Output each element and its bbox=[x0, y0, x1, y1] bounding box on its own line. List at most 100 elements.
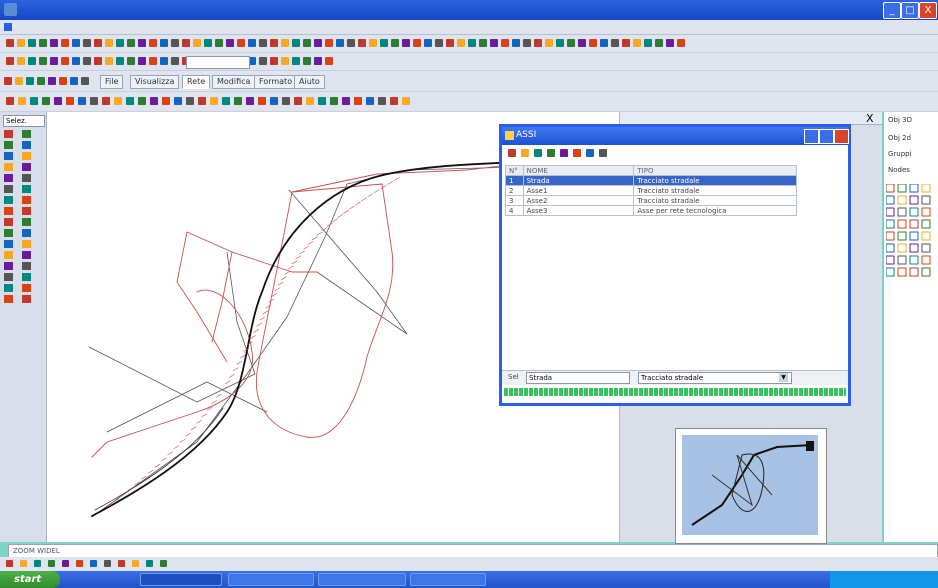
toolbar-tool-icon[interactable] bbox=[171, 39, 179, 47]
toolbar-tool-icon[interactable] bbox=[402, 97, 410, 105]
toolbar-tool-icon[interactable] bbox=[17, 39, 25, 47]
toolbar-tool-icon[interactable] bbox=[325, 57, 333, 65]
axis-name-input[interactable]: Strada bbox=[526, 372, 630, 384]
toolbar-tool-icon[interactable] bbox=[336, 39, 344, 47]
toolbar-tool-icon[interactable] bbox=[677, 39, 685, 47]
row-tipo[interactable]: Asse per rete tecnologica bbox=[633, 205, 797, 216]
toolbar-tool-icon[interactable] bbox=[102, 97, 110, 105]
draw-tool-icon[interactable] bbox=[22, 273, 31, 281]
tab-file[interactable]: File bbox=[100, 75, 124, 89]
toolbar-tool-icon[interactable] bbox=[306, 97, 314, 105]
row-tipo[interactable]: Tracciato stradale bbox=[633, 185, 797, 196]
draw-tool-icon[interactable] bbox=[4, 262, 13, 270]
toolbar-tool-icon[interactable] bbox=[94, 57, 102, 65]
obj2d-item[interactable]: Obj 2d bbox=[888, 134, 911, 142]
minimize-button[interactable]: _ bbox=[883, 2, 901, 19]
toolbar-tool-icon[interactable] bbox=[573, 149, 581, 157]
toolbar-tool-icon[interactable] bbox=[622, 39, 630, 47]
draw-tool-icon[interactable] bbox=[22, 207, 31, 215]
toolbar-tool-icon[interactable] bbox=[150, 97, 158, 105]
network-toolbar-icons[interactable] bbox=[0, 92, 440, 111]
toolbar-tool-icon[interactable] bbox=[78, 97, 86, 105]
primitive-tool-icon[interactable] bbox=[897, 243, 907, 253]
draw-tool-icon[interactable] bbox=[4, 141, 13, 149]
toolbar-tool-icon[interactable] bbox=[149, 57, 157, 65]
toolbar-tool-icon[interactable] bbox=[560, 149, 568, 157]
primitive-tool-icon[interactable] bbox=[909, 207, 919, 217]
toolbar-tool-icon[interactable] bbox=[234, 97, 242, 105]
toolbar-tool-icon[interactable] bbox=[521, 149, 529, 157]
toolbar-tool-icon[interactable] bbox=[446, 39, 454, 47]
command-line[interactable]: ZOOM WIDEL bbox=[8, 544, 938, 558]
toolbar-tool-icon[interactable] bbox=[160, 39, 168, 47]
toolbar-tool-icon[interactable] bbox=[237, 39, 245, 47]
dialog-maximize-button[interactable] bbox=[819, 129, 834, 144]
toolbar-tool-icon[interactable] bbox=[589, 39, 597, 47]
toolbar-tool-icon[interactable] bbox=[258, 97, 266, 105]
toolbar-tool-icon[interactable] bbox=[318, 97, 326, 105]
taskbar-item[interactable] bbox=[140, 573, 222, 586]
toolbar-tool-icon[interactable] bbox=[378, 97, 386, 105]
toolbar-tool-icon[interactable] bbox=[354, 97, 362, 105]
draw-tool-icon[interactable] bbox=[4, 163, 13, 171]
primitive-tools-icons[interactable] bbox=[886, 184, 938, 284]
toolbar-tool-icon[interactable] bbox=[479, 39, 487, 47]
toolbar-tool-icon[interactable] bbox=[547, 149, 555, 157]
taskbar-item[interactable] bbox=[410, 573, 486, 586]
toolbar-tool-icon[interactable] bbox=[28, 39, 36, 47]
row-nome[interactable]: Asse1 bbox=[522, 185, 635, 196]
toolbar-tool-icon[interactable] bbox=[193, 39, 201, 47]
toolbar-tool-icon[interactable] bbox=[116, 57, 124, 65]
toolbar-tool-icon[interactable] bbox=[248, 39, 256, 47]
toolbar-tool-icon[interactable] bbox=[160, 560, 167, 567]
toolbar-tool-icon[interactable] bbox=[118, 560, 125, 567]
col-nome-header[interactable]: NOME bbox=[522, 165, 635, 176]
toolbar-tool-icon[interactable] bbox=[83, 39, 91, 47]
dialog-minimize-button[interactable] bbox=[804, 129, 819, 144]
overview-frame[interactable] bbox=[675, 428, 827, 544]
toolbar-tool-icon[interactable] bbox=[204, 39, 212, 47]
toolbar-tool-icon[interactable] bbox=[114, 97, 122, 105]
toolbar-tool-icon[interactable] bbox=[534, 149, 542, 157]
toolbar-tool-icon[interactable] bbox=[292, 57, 300, 65]
chevron-down-icon[interactable]: ▼ bbox=[779, 373, 788, 382]
draw-tool-icon[interactable] bbox=[22, 185, 31, 193]
draw-tool-icon[interactable] bbox=[4, 196, 13, 204]
draw-tool-icon[interactable] bbox=[22, 262, 31, 270]
assi-table[interactable]: N° NOME TIPO 1 Strada Tracciato stradale… bbox=[505, 165, 797, 216]
toolbar-tool-icon[interactable] bbox=[314, 57, 322, 65]
toolbar-tool-icon[interactable] bbox=[50, 39, 58, 47]
primitive-tool-icon[interactable] bbox=[886, 243, 895, 253]
toolbar-tool-icon[interactable] bbox=[83, 57, 91, 65]
toolbar-tool-icon[interactable] bbox=[222, 97, 230, 105]
toolbar-tool-icon[interactable] bbox=[413, 39, 421, 47]
draw-tool-icon[interactable] bbox=[22, 130, 31, 138]
draw-tool-icon[interactable] bbox=[22, 141, 31, 149]
menu-bar[interactable] bbox=[0, 20, 938, 35]
toolbar-tool-icon[interactable] bbox=[512, 39, 520, 47]
toolbar-tool-icon[interactable] bbox=[270, 57, 278, 65]
toolbar-tool-icon[interactable] bbox=[391, 39, 399, 47]
primitive-tool-icon[interactable] bbox=[897, 184, 907, 193]
tab-rete[interactable]: Rete bbox=[182, 75, 211, 89]
primitive-tool-icon[interactable] bbox=[897, 207, 907, 217]
draw-tool-icon[interactable] bbox=[22, 229, 31, 237]
toolbar-tool-icon[interactable] bbox=[358, 39, 366, 47]
toolbar-tool-icon[interactable] bbox=[226, 39, 234, 47]
primitive-tool-icon[interactable] bbox=[921, 267, 931, 277]
toolbar-tool-icon[interactable] bbox=[4, 77, 12, 85]
toolbar-tool-icon[interactable] bbox=[282, 97, 290, 105]
toolbar-tool-icon[interactable] bbox=[424, 39, 432, 47]
primitive-tool-icon[interactable] bbox=[909, 231, 919, 241]
row-nome[interactable]: Strada bbox=[522, 175, 635, 186]
toolbar-layers[interactable] bbox=[0, 53, 938, 71]
start-button[interactable]: start bbox=[0, 571, 60, 588]
draw-tool-icon[interactable] bbox=[22, 251, 31, 259]
draw-tool-icon[interactable] bbox=[22, 152, 31, 160]
toolbar-tool-icon[interactable] bbox=[292, 39, 300, 47]
primitive-tool-icon[interactable] bbox=[897, 231, 907, 241]
toolbar-tool-icon[interactable] bbox=[599, 149, 607, 157]
toolbar-tool-icon[interactable] bbox=[127, 39, 135, 47]
tab-visualizza[interactable]: Visualizza bbox=[130, 75, 180, 89]
toolbar-tool-icon[interactable] bbox=[34, 560, 41, 567]
